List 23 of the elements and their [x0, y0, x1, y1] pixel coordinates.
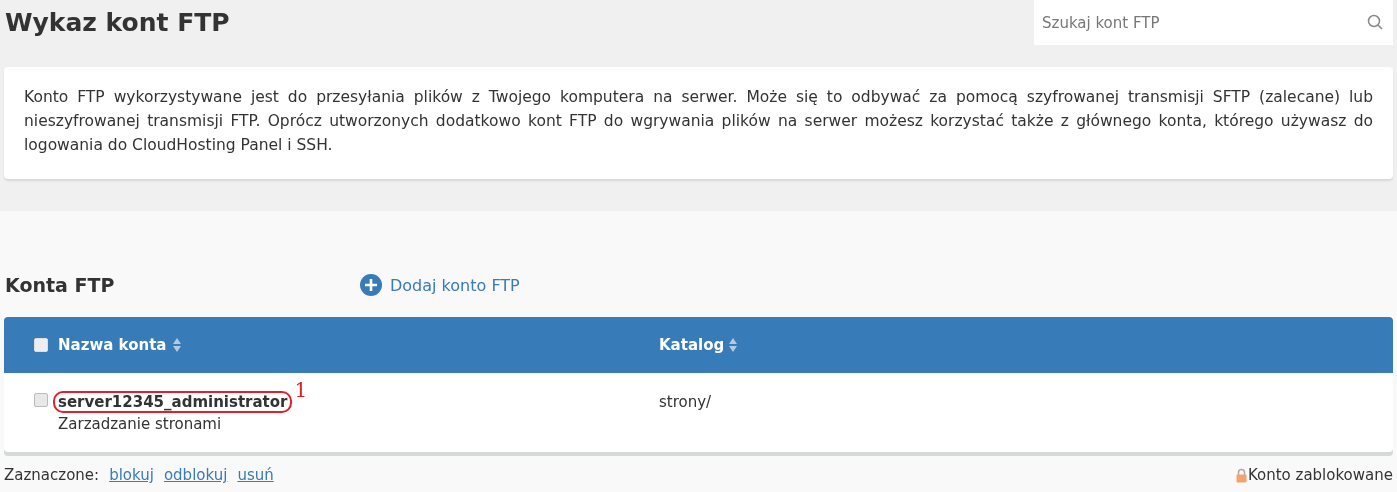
action-link[interactable]: odblokuj — [163, 466, 228, 484]
account-description: Zarzadzanie stronami — [58, 415, 223, 433]
action-link[interactable]: usuń — [237, 466, 274, 484]
annotation-number: 1 — [294, 381, 308, 399]
info-text: Konto FTP wykorzystywane jest do przesyłania plików z Twojego komputera na serwer. Może się to odbywać za pomocą szyfrowanej transmisji SFTP (zalecane) lub nieszyfrowanej transmisji FTP. Oprócz utworzonych dodatkowo kont FTP do wgrywania plików na serwer możesz korzystać także z głównego konta, którego używasz do logowania do CloudHosting Panel i SSH. — [24, 87, 1373, 156]
account-name: server12345_administrator — [53, 391, 293, 413]
padlock-icon — [1235, 467, 1247, 483]
search-field[interactable]: Szukaj kont FTP — [1034, 0, 1393, 45]
action-link[interactable]: blokuj — [109, 466, 154, 484]
column-header[interactable]: Katalog — [659, 336, 725, 354]
row-checkbox[interactable] — [34, 393, 48, 407]
add-account-button[interactable]: Dodaj konto FTP — [360, 274, 520, 296]
plus-circle-icon — [360, 274, 382, 296]
legend-text: Konto zablokowane — [1247, 466, 1393, 484]
select-all-checkbox[interactable] — [34, 338, 48, 352]
section-title: Konta FTP — [5, 274, 116, 296]
sort-icon — [173, 338, 182, 352]
directory-cell: strony/ — [659, 393, 712, 411]
selected-label: Zaznaczone: — [4, 466, 100, 484]
page-title: Wykaz kont FTP — [5, 8, 230, 37]
sort-icon — [729, 338, 738, 352]
search-icon — [1367, 14, 1383, 30]
column-header[interactable]: Nazwa konta — [58, 336, 167, 354]
